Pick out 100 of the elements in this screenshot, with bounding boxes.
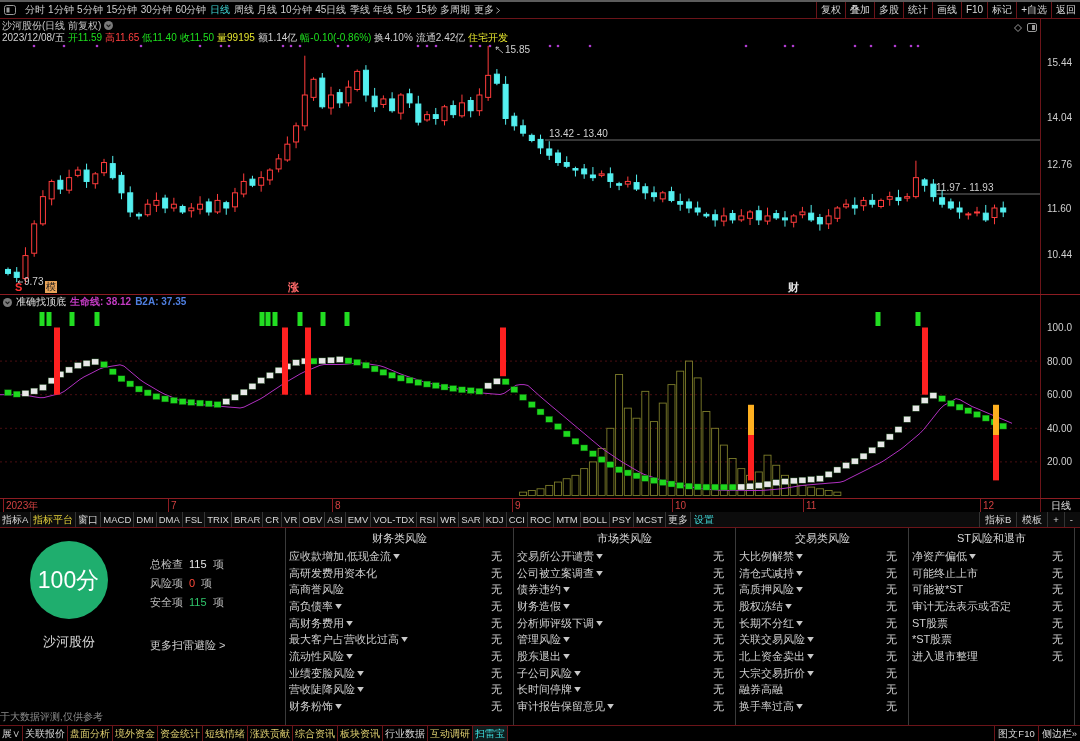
- period-tab[interactable]: 分时: [24, 5, 45, 15]
- indicator-tab[interactable]: KDJ: [483, 512, 507, 527]
- chevron-circle-icon[interactable]: [3, 297, 12, 307]
- indicator-tab[interactable]: MTM: [554, 512, 581, 527]
- period-tab[interactable]: 15秒: [415, 5, 437, 15]
- period-tab[interactable]: 10分钟: [280, 5, 312, 15]
- risk-item-label: 业绩变脸风险: [289, 667, 355, 679]
- indicator-tab[interactable]: WR: [438, 512, 460, 527]
- period-tab[interactable]: 60分钟: [175, 5, 207, 15]
- indicator-panel-button[interactable]: 模板: [1016, 512, 1048, 527]
- risk-item-label: 高质押风险: [739, 584, 794, 596]
- toolbar-button[interactable]: 画线: [931, 2, 961, 18]
- risk-item-label: 高商誉风险: [289, 584, 344, 596]
- bottom-tab[interactable]: 关联报价: [23, 726, 68, 741]
- toolbar-button[interactable]: 多股: [873, 2, 903, 18]
- bottom-tab[interactable]: 互动调研: [428, 726, 473, 741]
- category-title: ST风险和退市: [956, 532, 1027, 544]
- indicator-tab[interactable]: BRAR: [231, 512, 264, 527]
- risk-result: 无: [886, 617, 897, 629]
- quote-value: 收11.50: [179, 31, 214, 43]
- bottom-tab[interactable]: 板块资讯: [338, 726, 383, 741]
- risk-item-label: 审计报告保留意见: [517, 701, 605, 713]
- risk-result: 无: [886, 650, 897, 662]
- category-title: 市场类风险: [597, 532, 652, 544]
- stat-unit: 项: [212, 557, 224, 573]
- indicator-panel-button[interactable]: +: [1047, 512, 1064, 527]
- risk-result: 无: [1052, 634, 1063, 646]
- bottom-tab[interactable]: 盘面分析: [68, 726, 113, 741]
- risk-item-label: 北上资金卖出: [739, 650, 805, 662]
- indicator-tab[interactable]: ASI: [325, 512, 346, 527]
- period-tab[interactable]: 5秒: [396, 5, 413, 15]
- bottom-bar-button[interactable]: 图文F10: [994, 726, 1038, 741]
- toolbar-button[interactable]: 统计: [902, 2, 932, 18]
- chevron-right-icon: [495, 6, 500, 14]
- risk-item-label: 子公司风险: [517, 667, 572, 679]
- panel-toggle-icon[interactable]: [4, 5, 16, 15]
- indicator-tab[interactable]: VR: [282, 512, 301, 527]
- indicator-panel-button[interactable]: 指标B: [978, 512, 1017, 527]
- indicator-tab[interactable]: MCST: [634, 512, 666, 527]
- period-tab[interactable]: 30分钟: [140, 5, 172, 15]
- risk-result: 无: [713, 567, 724, 579]
- bottom-tab[interactable]: 短线情绪: [203, 726, 248, 741]
- indicator-tab[interactable]: DMA: [156, 512, 183, 527]
- period-tab[interactable]: 月线: [257, 5, 277, 15]
- indicator-tab[interactable]: SAR: [459, 512, 484, 527]
- period-tab[interactable]: 15分钟: [106, 5, 138, 15]
- toolbar-button[interactable]: +自选: [1016, 2, 1051, 18]
- indicator-tab[interactable]: BOLL: [580, 512, 611, 527]
- bottom-tab[interactable]: 资金统计: [158, 726, 203, 741]
- quote-value: 开11.59: [67, 31, 103, 43]
- indicator-tab[interactable]: TRIX: [205, 512, 232, 527]
- risk-item-label: 公司被立案调查: [517, 567, 594, 579]
- bottom-tab[interactable]: 展∨: [0, 726, 23, 741]
- bottom-tab[interactable]: 境外资金: [113, 726, 158, 741]
- period-tab[interactable]: 5分钟: [77, 5, 103, 15]
- indicator-tab[interactable]: OBV: [300, 512, 326, 527]
- stock-title: 沙河股份(日线 前复权): [2, 20, 102, 32]
- toolbar-button[interactable]: 叠加: [844, 2, 874, 18]
- period-tab[interactable]: 45日线: [315, 5, 347, 15]
- risk-item-label: 财务造假: [517, 600, 561, 612]
- indicator-tab[interactable]: ROC: [528, 512, 555, 527]
- toolbar-button[interactable]: 复权: [815, 2, 845, 18]
- bottom-tab[interactable]: 扫雷宝: [473, 726, 508, 741]
- period-tab[interactable]: 多周期: [440, 5, 471, 15]
- layout-icon[interactable]: [1027, 23, 1037, 32]
- stock-name: 沙河股份: [42, 634, 95, 650]
- bottom-tab[interactable]: 涨跌贡献: [248, 726, 293, 741]
- bottom-tab[interactable]: 行业数据: [383, 726, 428, 741]
- indicator-tab[interactable]: CCI: [506, 512, 528, 527]
- indicator-tab[interactable]: 窗口: [76, 512, 102, 527]
- bottom-bar-button[interactable]: 侧边栏»: [1037, 726, 1080, 741]
- chevron-circle-icon[interactable]: [104, 21, 114, 31]
- settings-tab[interactable]: 设置: [691, 512, 717, 527]
- period-tab[interactable]: 年线: [373, 5, 394, 15]
- indicator-tab[interactable]: EMV: [345, 512, 372, 527]
- indicator-tab[interactable]: 更多: [666, 512, 691, 527]
- period-tab[interactable]: 季线: [349, 5, 370, 15]
- indicator-tab[interactable]: 指标A: [0, 512, 32, 527]
- indicator-tab[interactable]: VOL-TDX: [371, 512, 418, 527]
- indicator-tab[interactable]: RSI: [417, 512, 439, 527]
- risk-result: 无: [1052, 650, 1063, 662]
- bottom-tab[interactable]: 综合资讯: [293, 726, 338, 741]
- period-tab[interactable]: 1分钟: [48, 5, 74, 15]
- toolbar-button[interactable]: 返回: [1051, 2, 1080, 18]
- indicator-panel-button[interactable]: -: [1063, 512, 1078, 527]
- indicator-tab[interactable]: PSY: [610, 512, 635, 527]
- indicator-tab[interactable]: CR: [263, 512, 283, 527]
- more-scan-link[interactable]: 更多扫雷避险 >: [150, 638, 226, 652]
- quote-value: 换4.10%: [374, 31, 413, 43]
- period-tab[interactable]: 日线: [210, 5, 230, 15]
- indicator-tab[interactable]: MACD: [101, 512, 135, 527]
- more-button[interactable]: 更多: [473, 5, 500, 15]
- period-tab[interactable]: 周线: [233, 5, 254, 15]
- risk-result: 无: [886, 567, 897, 579]
- toolbar-button[interactable]: 标记: [987, 2, 1017, 18]
- indicator-tab[interactable]: FSL: [182, 512, 206, 527]
- indicator-tab[interactable]: 指标平台: [31, 512, 77, 527]
- risk-item-label: 最大客户占营收比过高: [289, 634, 399, 646]
- toolbar-button[interactable]: F10: [960, 2, 988, 18]
- indicator-tab[interactable]: DMI: [134, 512, 157, 527]
